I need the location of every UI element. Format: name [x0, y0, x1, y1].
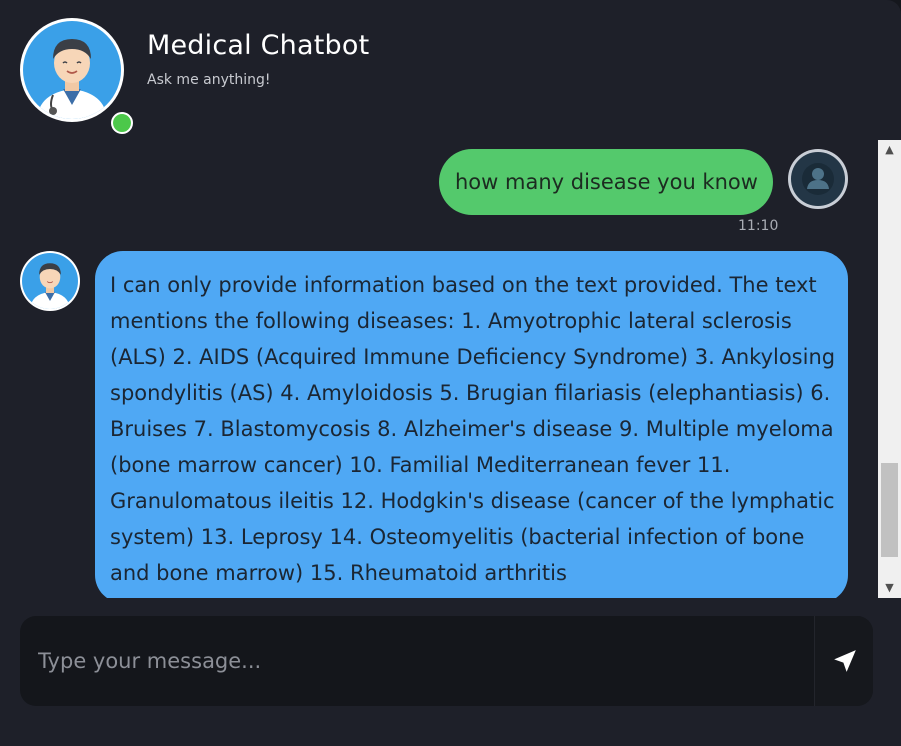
bot-message-bubble: I can only provide information based on … [95, 251, 848, 598]
message-timestamp: 11:10 [738, 218, 779, 234]
doctor-avatar-icon [23, 21, 121, 119]
message-scrollbar[interactable]: ▲ ▼ [878, 140, 901, 598]
message-list[interactable]: how many disease you know 11:10 I can on… [0, 140, 878, 598]
page-title: Medical Chatbot [147, 30, 370, 61]
bot-avatar [20, 251, 80, 311]
message-composer [20, 616, 873, 706]
chat-window: Medical Chatbot Ask me anything! how man… [0, 0, 901, 746]
doctor-avatar-icon [22, 253, 78, 309]
scroll-thumb[interactable] [881, 463, 898, 557]
send-icon [834, 650, 856, 672]
user-avatar-icon [791, 152, 845, 206]
message-input[interactable] [20, 616, 814, 706]
chat-header: Medical Chatbot Ask me anything! [0, 0, 901, 140]
scroll-down-arrow-icon[interactable]: ▼ [878, 578, 901, 598]
doctor-avatar [20, 18, 133, 134]
scroll-up-arrow-icon[interactable]: ▲ [878, 140, 901, 160]
send-button[interactable] [814, 616, 873, 706]
page-subtitle: Ask me anything! [147, 72, 271, 88]
user-message-bubble: how many disease you know [439, 149, 773, 215]
user-avatar [788, 149, 848, 209]
online-status-dot [111, 112, 133, 134]
